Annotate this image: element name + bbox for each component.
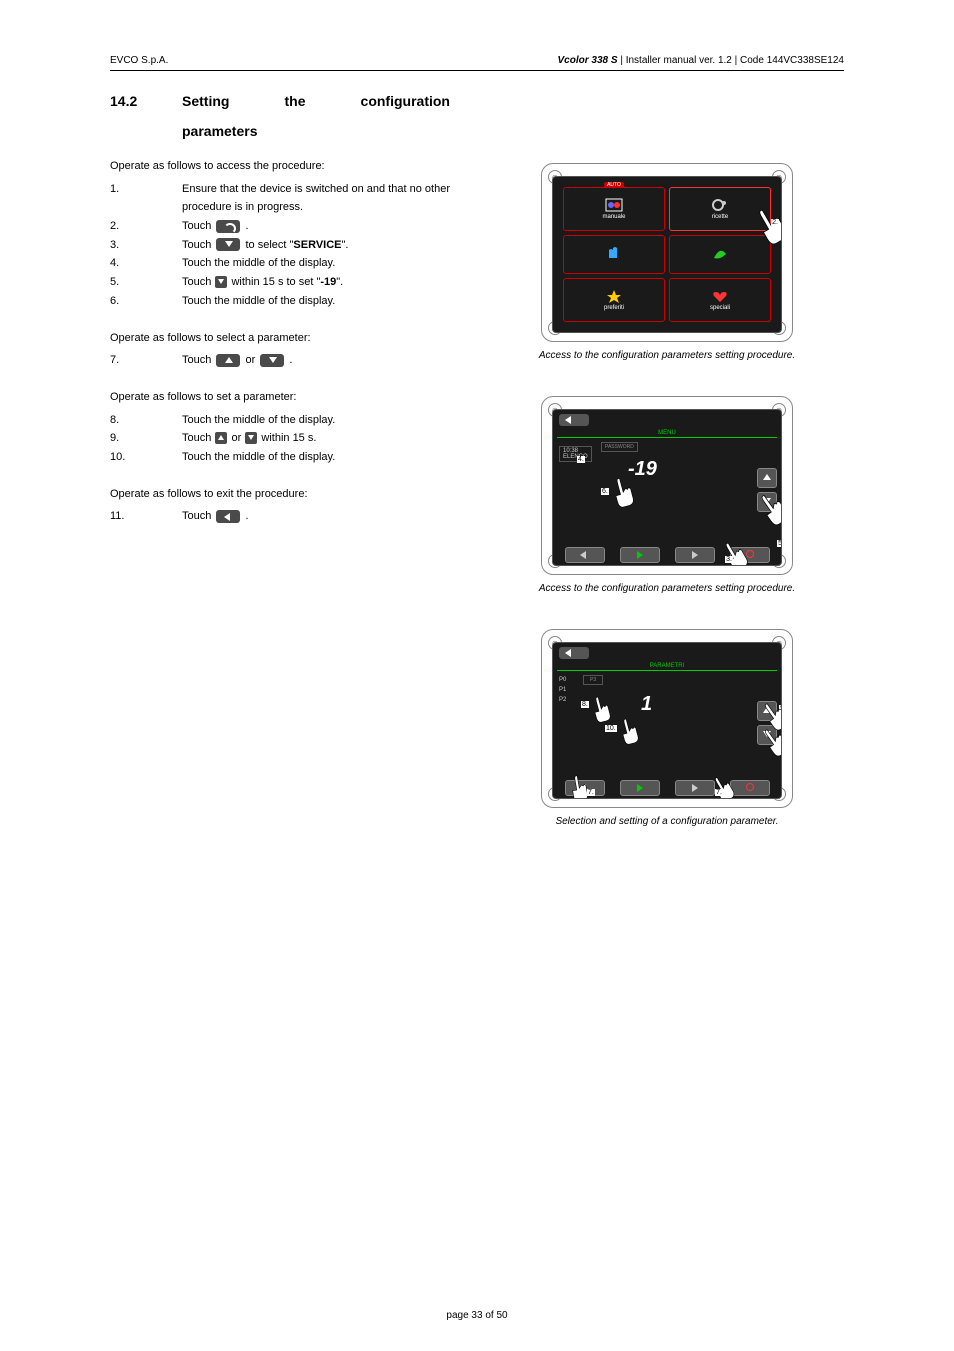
small-down-icon <box>215 276 227 288</box>
step-8: 8.Touch the middle of the display. <box>110 411 450 430</box>
callout-2: 2. <box>771 219 779 226</box>
step-10: 10.Touch the middle of the display. <box>110 448 450 467</box>
step-5: 5.Touch within 15 s to set "-19". <box>110 273 450 292</box>
callout-7: 7. <box>587 789 595 796</box>
param-box: P3 <box>583 675 603 685</box>
hand-icon <box>605 246 623 260</box>
step-6: 6.Touch the middle of the display. <box>110 292 450 311</box>
section-heading: 14.2 Setting the configuration parameter… <box>110 93 450 139</box>
pointer-hand-icon <box>588 693 616 725</box>
callout-7b: 7. <box>715 789 723 796</box>
figure-2: ⊘⊘⊘⊘ MENU 10:38ELENCO PASSWORD -19 4. 6. <box>541 396 793 575</box>
bottom-play-button <box>620 547 660 563</box>
page-header: EVCO S.p.A. Vcolor 338 S | Installer man… <box>110 55 844 71</box>
intro-set: Operate as follows to set a parameter: <box>110 388 450 407</box>
password-box: PASSWORD <box>601 442 638 452</box>
page-footer: page 33 of 50 <box>0 1310 954 1321</box>
up-icon <box>216 354 240 367</box>
step-4: 4.Touch the middle of the display. <box>110 254 450 273</box>
param-value: 1 <box>641 693 652 716</box>
step-11: 11.Touch . <box>110 507 450 526</box>
heart-icon <box>711 289 729 303</box>
step-7: 7.Touch or . <box>110 351 450 370</box>
callout-5: 5. <box>777 540 782 547</box>
small-down-icon <box>245 432 257 444</box>
star-icon <box>605 289 623 303</box>
step-2: 2.Touch . <box>110 217 450 236</box>
wrench-icon <box>216 220 240 233</box>
bottom-next-button <box>675 547 715 563</box>
figure-1: ⊘⊘⊘⊘ AUTOmanuale ricette preferiti speci… <box>541 163 793 342</box>
bottom-prev-button <box>565 547 605 563</box>
intro-access: Operate as follows to access the procedu… <box>110 157 450 176</box>
header-left: EVCO S.p.A. <box>110 55 168 66</box>
step-1: 1.Ensure that the device is switched on … <box>110 180 450 217</box>
figure-3: ⊘⊘⊘⊘ PARAMETRI P0 P1 P2 P3 1 8. 10. 9 <box>541 629 793 808</box>
leaf-icon <box>711 246 729 260</box>
step-9: 9.Touch or within 15 s. <box>110 429 450 448</box>
right-column: ⊘⊘⊘⊘ AUTOmanuale ricette preferiti speci… <box>490 93 844 862</box>
bottom-play-button <box>620 780 660 796</box>
pointer-hand-icon <box>616 715 644 747</box>
figure-3-caption: Selection and setting of a configuration… <box>490 816 844 827</box>
callout-8: 8. <box>581 701 589 708</box>
callout-10: 10. <box>605 725 617 732</box>
left-column: 14.2 Setting the configuration parameter… <box>110 93 450 862</box>
step-3: 3.Touch to select "SERVICE". <box>110 236 450 255</box>
intro-select: Operate as follows to select a parameter… <box>110 329 450 348</box>
down-icon <box>216 238 240 251</box>
back-arrow-icon <box>559 414 589 426</box>
menu-label: MENU <box>557 430 777 438</box>
down-icon <box>260 354 284 367</box>
menu-label: PARAMETRI <box>557 663 777 671</box>
callout-6: 6. <box>601 488 609 495</box>
small-up-icon <box>215 432 227 444</box>
intro-exit: Operate as follows to exit the procedure… <box>110 485 450 504</box>
back-arrow-icon <box>559 647 589 659</box>
figure-2-caption: Access to the configuration parameters s… <box>490 583 844 594</box>
figure-1-caption: Access to the configuration parameters s… <box>490 350 844 361</box>
back-icon <box>216 510 240 523</box>
callout-3: 3. <box>725 556 733 563</box>
gear-icon <box>711 198 729 212</box>
thermo-icon <box>605 198 623 212</box>
header-right: Vcolor 338 S | Installer manual ver. 1.2… <box>558 55 844 66</box>
callout-4: 4. <box>577 456 585 463</box>
